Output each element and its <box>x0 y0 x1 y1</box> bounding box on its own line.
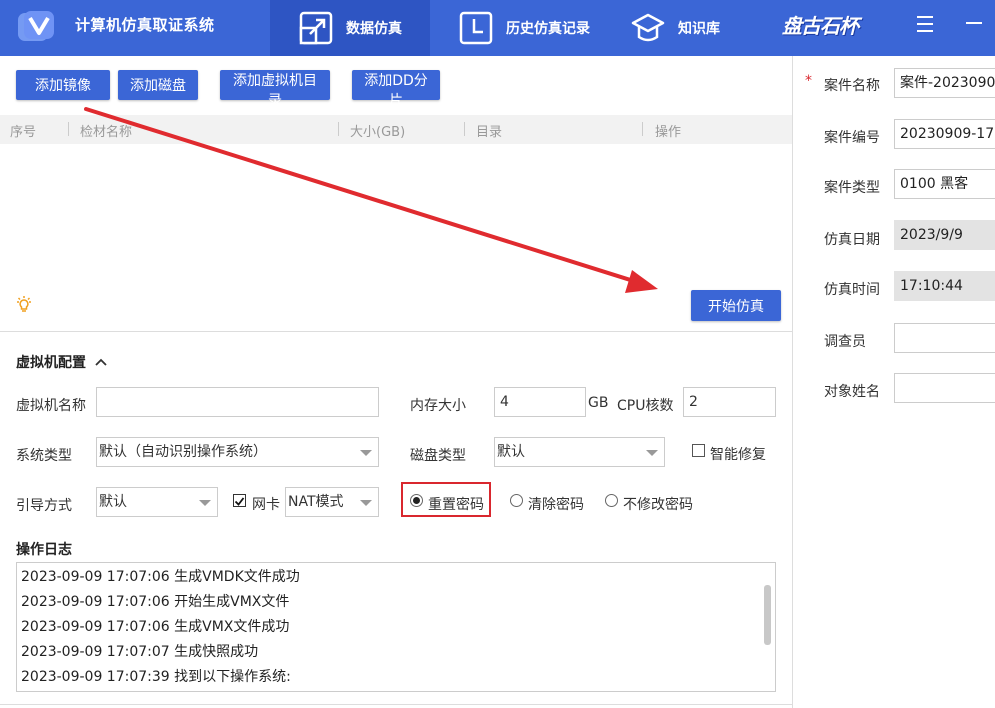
lightbulb-icon <box>17 296 31 312</box>
case-number-label: 案件编号 <box>824 130 880 146</box>
panel-divider <box>792 56 793 708</box>
log-line: 2023-09-09 17:07:06 生成VMDK文件成功 <box>21 569 300 585</box>
case-name-input[interactable]: 案件-20230909 <box>894 68 995 98</box>
column-header: 大小(GB) <box>350 125 406 140</box>
dropdown-arrow-icon <box>646 450 658 456</box>
column-header: 检材名称 <box>80 125 133 140</box>
select-value: 默认 <box>99 494 127 510</box>
nav-label: 历史仿真记录 <box>506 21 590 37</box>
pangu-cup-logo: 盘古石杯 <box>782 14 859 38</box>
sim-time-label: 仿真时间 <box>824 282 880 298</box>
clear-password-label: 清除密码 <box>528 497 584 513</box>
section-title-text: 虚拟机配置 <box>16 355 86 371</box>
nav-history[interactable]: 历史仿真记录 <box>458 0 590 56</box>
graduation-cap-icon <box>631 13 665 42</box>
log-scrollbar[interactable] <box>764 585 771 645</box>
minimize-icon[interactable] <box>966 22 982 24</box>
reset-password-label: 重置密码 <box>428 497 484 513</box>
subject-name-input[interactable] <box>894 373 995 403</box>
keep-password-radio[interactable] <box>605 494 618 507</box>
nav-label: 知识库 <box>678 21 720 37</box>
divider <box>0 331 792 332</box>
investigator-label: 调查员 <box>824 334 866 350</box>
nav-knowledge[interactable]: 知识库 <box>630 0 720 56</box>
cpu-label: CPU核数 <box>617 398 674 414</box>
os-type-select[interactable]: 默认（自动识别操作系统） <box>96 437 379 467</box>
evidence-table-header: 序号 检材名称 大小(GB) 目录 操作 <box>0 115 792 144</box>
sim-date-label: 仿真日期 <box>824 232 880 248</box>
operation-log[interactable]: 2023-09-09 17:07:06 生成VMDK文件成功 2023-09-0… <box>16 562 776 692</box>
required-marker: * <box>805 73 812 89</box>
add-vm-dir-button[interactable]: 添加虚拟机目录 <box>220 70 330 109</box>
history-icon <box>459 11 493 45</box>
column-header: 操作 <box>655 125 682 140</box>
vm-config-title[interactable]: 虚拟机配置 <box>16 352 107 372</box>
disk-type-select[interactable]: 默认 <box>494 437 665 467</box>
chevron-up-icon <box>95 358 107 366</box>
add-image-button[interactable]: 添加镜像 <box>16 70 110 100</box>
menu-icon[interactable] <box>917 16 933 32</box>
disk-type-label: 磁盘类型 <box>410 448 466 464</box>
start-simulation-button[interactable]: 开始仿真 <box>691 290 781 321</box>
smart-repair-label: 智能修复 <box>710 447 766 463</box>
top-bar: 计算机仿真取证系统 数据仿真 历史仿真记录 知识库 盘古石杯 <box>0 0 995 56</box>
log-line: 2023-09-09 17:07:06 生成VMX文件成功 <box>21 619 290 635</box>
dropdown-arrow-icon <box>360 450 372 456</box>
app-title: 计算机仿真取证系统 <box>75 16 215 34</box>
keep-password-label: 不修改密码 <box>623 497 693 513</box>
os-type-label: 系统类型 <box>16 448 72 464</box>
investigator-input[interactable] <box>894 323 995 353</box>
case-number-input[interactable]: 20230909-171 <box>894 119 995 149</box>
clear-password-radio[interactable] <box>510 494 523 507</box>
log-line: 2023-09-09 17:07:07 生成快照成功 <box>21 644 259 660</box>
nav-label: 数据仿真 <box>346 21 402 37</box>
log-line: 2023-09-09 17:07:06 开始生成VMX文件 <box>21 594 290 610</box>
column-header: 序号 <box>10 125 37 140</box>
boot-label: 引导方式 <box>16 498 72 514</box>
evidence-table-body <box>0 144 792 330</box>
case-type-select[interactable]: 0100 黑客 <box>894 169 995 199</box>
smart-repair-checkbox[interactable] <box>692 444 705 457</box>
nic-checkbox[interactable] <box>233 494 246 507</box>
divider <box>0 704 792 705</box>
nav-data-simulation[interactable]: 数据仿真 <box>270 0 430 56</box>
simulation-icon <box>299 11 333 45</box>
column-header: 目录 <box>476 125 503 140</box>
vm-name-input[interactable] <box>96 387 379 417</box>
select-value: 默认 <box>497 444 525 460</box>
cpu-input[interactable]: 2 <box>683 387 776 417</box>
dropdown-arrow-icon <box>199 500 211 506</box>
checkmark-icon <box>234 497 245 506</box>
memory-unit: GB <box>588 395 609 411</box>
log-line: 2023-09-09 17:07:39 找到以下操作系统: <box>21 669 291 685</box>
vm-name-label: 虚拟机名称 <box>16 398 86 414</box>
app-logo-icon <box>18 11 54 41</box>
sim-date-input: 2023/9/9 <box>894 220 995 250</box>
dropdown-arrow-icon <box>360 500 372 506</box>
boot-select[interactable]: 默认 <box>96 487 218 517</box>
nic-mode-select[interactable]: NAT模式 <box>285 487 379 517</box>
add-disk-button[interactable]: 添加磁盘 <box>118 70 198 100</box>
sim-time-input: 17:10:44 <box>894 271 995 301</box>
reset-password-radio[interactable] <box>410 494 423 507</box>
case-type-label: 案件类型 <box>824 180 880 196</box>
memory-label: 内存大小 <box>410 398 466 414</box>
memory-input[interactable]: 4 <box>494 387 586 417</box>
log-title: 操作日志 <box>16 542 72 558</box>
subject-name-label: 对象姓名 <box>824 384 880 400</box>
add-dd-button[interactable]: 添加DD分片 <box>352 70 440 109</box>
select-value: 默认（自动识别操作系统） <box>99 444 267 460</box>
case-name-label: 案件名称 <box>824 78 880 94</box>
select-value: NAT模式 <box>288 494 344 510</box>
nic-label: 网卡 <box>252 497 280 513</box>
